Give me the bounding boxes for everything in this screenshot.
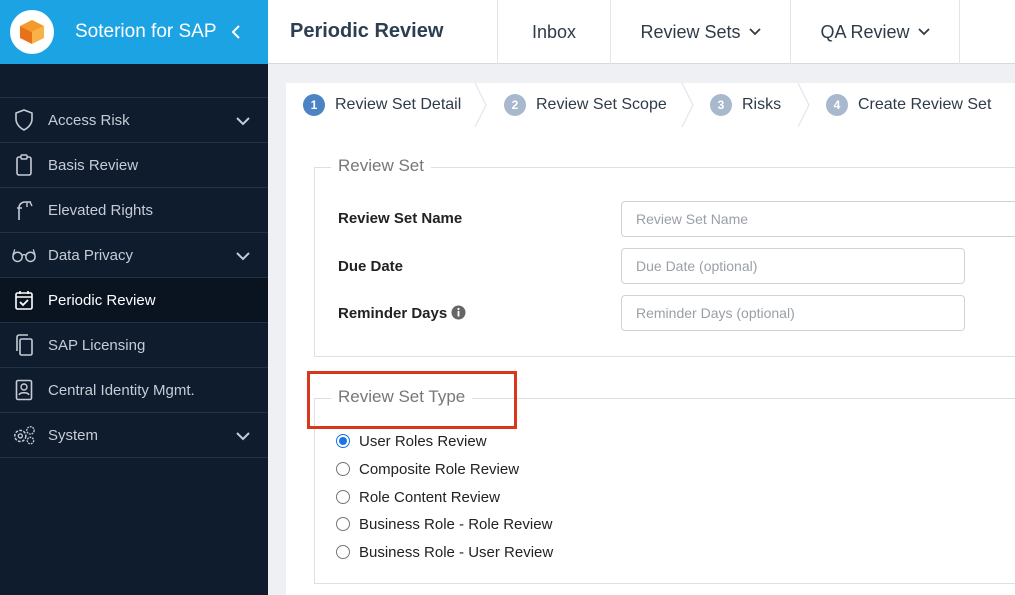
chevron-down-icon [917,28,930,36]
reminder-days-label: Reminder Days [338,305,466,322]
firefighter-icon [12,198,36,222]
top-bar: Periodic Review Inbox Review Sets QA Rev… [268,0,1015,64]
clipboard-icon [12,153,36,177]
radio-user-roles-review[interactable]: User Roles Review [336,430,487,452]
sidebar-item-label: System [48,426,99,444]
page-title: Periodic Review [290,20,444,42]
step-label: Risks [742,96,782,113]
sidebar-item-periodic-review[interactable]: Periodic Review [0,278,268,323]
sidebar-item-central-identity[interactable]: Central Identity Mgmt. [0,368,268,413]
wizard-step-review-set-detail[interactable]: 1 Review Set Detail [303,83,461,127]
copy-icon [12,333,36,357]
step-separator [797,83,810,127]
tab-qa-review[interactable]: QA Review [790,0,960,64]
sidebar-item-data-privacy[interactable]: Data Privacy [0,233,268,278]
sidebar-item-label: Central Identity Mgmt. [48,381,195,399]
step-label: Create Review Set [858,96,992,113]
step-separator [681,83,694,127]
sidebar-spacer [0,64,268,98]
sidebar-item-sap-licensing[interactable]: SAP Licensing [0,323,268,368]
tab-review-sets[interactable]: Review Sets [610,0,790,64]
sidebar-item-label: Elevated Rights [48,201,154,219]
glasses-icon [12,243,36,267]
step-number: 4 [826,94,848,116]
radio-business-role-role-review[interactable]: Business Role - Role Review [336,513,552,535]
radio-button[interactable] [336,545,350,559]
soterion-logo[interactable] [10,10,54,54]
review-set-fieldset: Review Set Review Set Name Due Date Remi… [314,156,1015,357]
sidebar-item-label: Data Privacy [48,246,134,264]
wizard-step-review-set-scope[interactable]: 2 Review Set Scope [504,83,667,127]
step-number: 3 [710,94,732,116]
tab-label: Review Sets [640,21,741,42]
radio-button[interactable] [336,462,350,476]
sidebar: Soterion for SAP Access Risk Basis Revie… [0,0,268,595]
sidebar-item-label: Basis Review [48,156,139,174]
radio-business-role-user-review[interactable]: Business Role - User Review [336,541,553,563]
reminder-days-input[interactable] [621,295,965,331]
wizard-step-create-review-set[interactable]: 4 Create Review Set [826,83,991,127]
brand-title: Soterion for SAP [75,21,217,42]
sidebar-item-label: Access Risk [48,111,130,129]
calendar-check-icon [12,288,36,312]
sidebar-item-label: Periodic Review [48,291,156,309]
review-set-name-input[interactable] [621,201,1015,237]
radio-composite-role-review[interactable]: Composite Role Review [336,458,519,480]
wizard-steps: 1 Review Set Detail 2 Review Set Scope 3… [286,83,1015,127]
chevron-down-icon [236,248,250,265]
gears-icon [12,423,36,447]
step-number: 2 [504,94,526,116]
id-card-icon [12,378,36,402]
radio-label: Business Role - User Review [359,543,554,561]
radio-label: Role Content Review [359,488,500,506]
tab-label: QA Review [820,21,910,42]
chevron-down-icon [236,113,250,130]
sidebar-item-basis-review[interactable]: Basis Review [0,143,268,188]
wizard-step-risks[interactable]: 3 Risks [710,83,781,127]
sidebar-item-elevated-rights[interactable]: Elevated Rights [0,188,268,233]
content-panel: 1 Review Set Detail 2 Review Set Scope 3… [286,83,1015,595]
radio-button[interactable] [336,517,350,531]
step-label: Review Set Scope [536,96,667,113]
radio-button[interactable] [336,490,350,504]
collapse-sidebar-icon[interactable] [231,19,241,45]
radio-button[interactable] [336,434,350,448]
chevron-down-icon [236,428,250,445]
radio-label: Composite Role Review [359,460,520,478]
step-label: Review Set Detail [335,96,462,113]
brand-header: Soterion for SAP [0,0,268,64]
radio-role-content-review[interactable]: Role Content Review [336,486,500,508]
annotation-highlight-box [307,371,517,429]
radio-label: Business Role - Role Review [359,515,553,533]
tab-inbox[interactable]: Inbox [497,0,610,64]
tab-label: Inbox [531,21,577,42]
sidebar-item-access-risk[interactable]: Access Risk [0,98,268,143]
reminder-days-text: Reminder Days [338,305,448,322]
step-separator [474,83,487,127]
sidebar-item-system[interactable]: System [0,413,268,458]
radio-label: User Roles Review [359,432,487,450]
info-icon[interactable] [451,305,466,320]
due-date-label: Due Date [338,258,404,275]
step-number: 1 [303,94,325,116]
due-date-input[interactable] [621,248,965,284]
sidebar-item-label: SAP Licensing [48,336,146,354]
review-set-legend: Review Set [331,156,431,176]
review-set-name-label: Review Set Name [338,210,463,227]
chevron-down-icon [748,28,761,36]
shield-icon [12,108,36,132]
